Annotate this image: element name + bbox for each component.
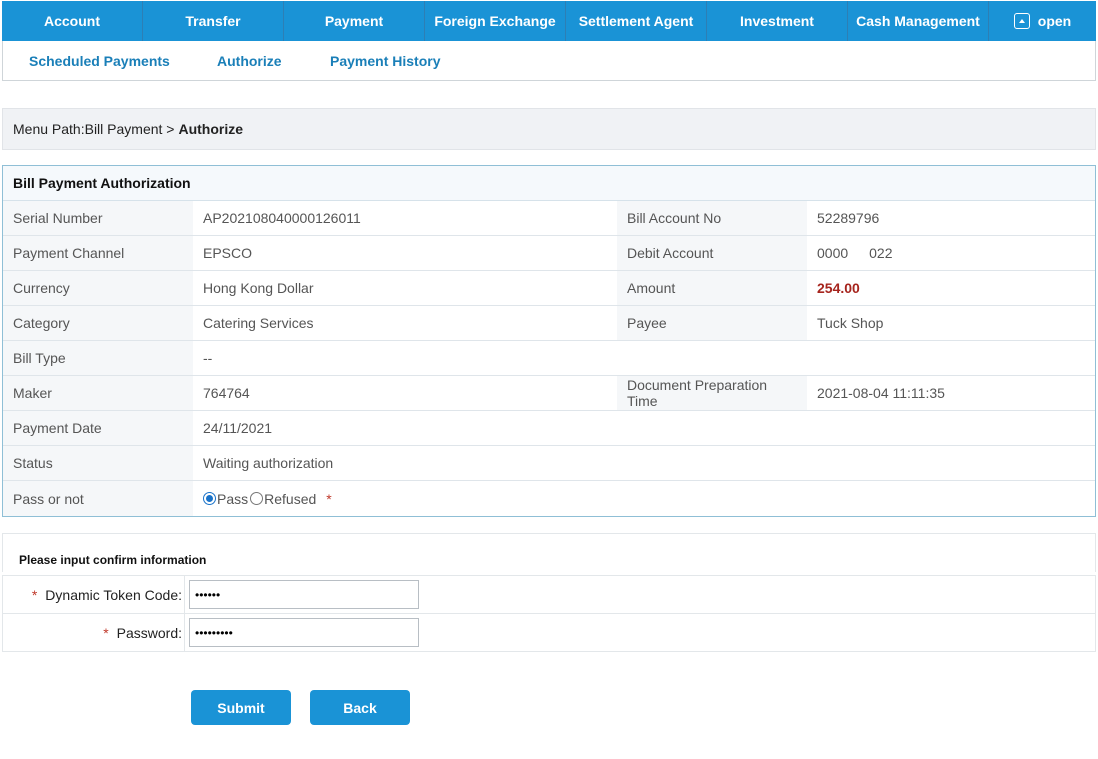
password-label-cell: * Password:: [3, 614, 185, 651]
currency-value: Hong Kong Dollar: [193, 271, 617, 305]
password-field-cell: [185, 614, 419, 651]
amount-value: 254.00: [807, 271, 1095, 305]
debit-account-label: Debit Account: [617, 236, 807, 270]
payment-date-label: Payment Date: [3, 411, 193, 445]
status-label: Status: [3, 446, 193, 480]
payee-value: Tuck Shop: [807, 306, 1095, 340]
nav-open-label: open: [1037, 13, 1072, 29]
empty-cell: [617, 446, 807, 480]
nav-payment[interactable]: Payment: [284, 1, 425, 41]
password-input[interactable]: [189, 618, 419, 647]
bill-type-label: Bill Type: [3, 341, 193, 375]
detail-row: Bill Type --: [3, 341, 1095, 376]
refused-radio[interactable]: Refused: [250, 491, 316, 507]
bill-account-no-label: Bill Account No: [617, 201, 807, 235]
breadcrumb: Menu Path:Bill Payment > Authorize: [2, 108, 1096, 150]
subnav-authorize[interactable]: Authorize: [217, 53, 282, 69]
pass-or-not-label: Pass or not: [3, 481, 193, 516]
radio-unchecked-icon[interactable]: [250, 492, 264, 505]
detail-row: Pass or not Pass Refused *: [3, 481, 1095, 516]
currency-label: Currency: [3, 271, 193, 305]
serial-number-label: Serial Number: [3, 201, 193, 235]
refused-radio-label: Refused: [264, 490, 317, 507]
dynamic-token-input[interactable]: [189, 580, 419, 609]
breadcrumb-path: Menu Path:Bill Payment >: [13, 121, 175, 137]
token-label-cell: * Dynamic Token Code:: [3, 576, 185, 613]
detail-row: Category Catering Services Payee Tuck Sh…: [3, 306, 1095, 341]
token-label: Dynamic Token Code:: [45, 586, 182, 603]
nav-open-button[interactable]: open: [989, 1, 1096, 41]
detail-row: Status Waiting authorization: [3, 446, 1095, 481]
pass-radio-label: Pass: [217, 490, 249, 507]
payment-channel-value: EPSCO: [193, 236, 617, 270]
confirm-heading: Please input confirm information: [2, 533, 1096, 572]
required-mark: *: [326, 490, 332, 507]
panel-title: Bill Payment Authorization: [3, 166, 1095, 201]
payment-date-value: 24/11/2021: [193, 411, 617, 445]
maker-label: Maker: [3, 376, 193, 410]
nav-investment[interactable]: Investment: [707, 1, 848, 41]
category-label: Category: [3, 306, 193, 340]
detail-row: Maker 764764 Document Preparation Time 2…: [3, 376, 1095, 411]
nav-settlement-agent[interactable]: Settlement Agent: [566, 1, 707, 41]
detail-row: Payment Date 24/11/2021: [3, 411, 1095, 446]
pass-radio[interactable]: Pass: [203, 491, 248, 507]
open-icon: [1013, 13, 1030, 29]
breadcrumb-current: Authorize: [178, 121, 244, 137]
document-preparation-time-label: Document Preparation Time: [617, 376, 807, 410]
subnav-scheduled-payments[interactable]: Scheduled Payments: [29, 53, 170, 69]
empty-cell: [617, 411, 807, 445]
sub-navigation: Scheduled Payments Authorize Payment His…: [2, 41, 1096, 81]
password-label: Password:: [116, 624, 182, 641]
payment-channel-label: Payment Channel: [3, 236, 193, 270]
nav-account[interactable]: Account: [2, 1, 143, 41]
document-preparation-time-value: 2021-08-04 11:11:35: [807, 376, 1095, 410]
empty-cell: [807, 411, 1095, 445]
serial-number-value: AP202108040000126011: [193, 201, 617, 235]
detail-row: Serial Number AP202108040000126011 Bill …: [3, 201, 1095, 236]
subnav-payment-history[interactable]: Payment History: [330, 53, 440, 69]
top-navigation: Account Transfer Payment Foreign Exchang…: [2, 1, 1096, 41]
status-value: Waiting authorization: [193, 446, 617, 480]
debit-account-value: 0000 022: [807, 236, 1095, 270]
token-field-cell: [185, 576, 419, 613]
detail-row: Payment Channel EPSCO Debit Account 0000…: [3, 236, 1095, 271]
password-row: * Password:: [2, 613, 1096, 652]
empty-cell: [807, 446, 1095, 480]
nav-foreign-exchange[interactable]: Foreign Exchange: [425, 1, 566, 41]
nav-transfer[interactable]: Transfer: [143, 1, 284, 41]
required-mark: *: [103, 624, 109, 641]
maker-value: 764764: [193, 376, 617, 410]
pass-or-not-options: Pass Refused *: [193, 481, 1095, 516]
category-value: Catering Services: [193, 306, 617, 340]
radio-checked-icon[interactable]: [203, 492, 216, 505]
bill-type-value: --: [193, 341, 617, 375]
required-mark: *: [31, 586, 38, 603]
token-row: * Dynamic Token Code:: [2, 575, 1096, 614]
payee-label: Payee: [617, 306, 807, 340]
amount-label: Amount: [617, 271, 807, 305]
empty-cell: [617, 341, 807, 375]
back-button[interactable]: Back: [310, 690, 410, 725]
nav-cash-management[interactable]: Cash Management: [848, 1, 989, 41]
authorization-detail-panel: Bill Payment Authorization Serial Number…: [2, 165, 1096, 517]
bill-account-no-value: 52289796: [807, 201, 1095, 235]
empty-cell: [807, 341, 1095, 375]
submit-button[interactable]: Submit: [191, 690, 291, 725]
detail-row: Currency Hong Kong Dollar Amount 254.00: [3, 271, 1095, 306]
